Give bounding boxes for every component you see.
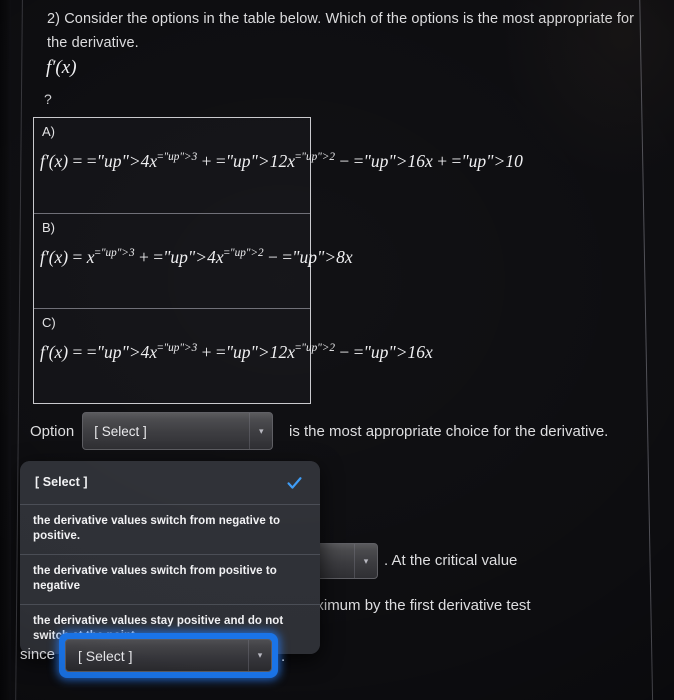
chevron-down-icon: ▾ bbox=[248, 640, 271, 671]
question-text-line-1: 2) Consider the options in the table bel… bbox=[47, 11, 635, 27]
question-mark: ? bbox=[44, 91, 52, 107]
option-equation: f′(x) = ="up">4x="up">3 + ="up">12x="up"… bbox=[40, 151, 523, 171]
quiz-content: 2) Consider the options in the table bel… bbox=[0, 0, 674, 700]
dropdown-options-panel[interactable]: [ Select ] the derivative values switch … bbox=[20, 461, 320, 654]
option-label: Option bbox=[30, 422, 75, 440]
option-letter: B) bbox=[42, 219, 55, 235]
since-label: since bbox=[20, 646, 56, 663]
dropdown-item-neg-to-pos[interactable]: the derivative values switch from negati… bbox=[20, 505, 320, 555]
dropdown-item-label: the derivative values switch from negati… bbox=[33, 515, 281, 542]
option-sentence: Option [ Select ] ▾ bbox=[30, 412, 274, 450]
since-select-focus-ring: [ Select ] ▾ bbox=[59, 633, 278, 678]
critical-value-tail: . At the critical value bbox=[384, 552, 518, 569]
since-period: . bbox=[281, 648, 286, 665]
option-equation: f′(x) = ="up">4x="up">3 + ="up">12x="up"… bbox=[40, 342, 433, 362]
table-row: B) f′(x) = x="up">3 + ="up">4x="up">2 − … bbox=[34, 214, 353, 309]
dropdown-item-select[interactable]: [ Select ] bbox=[20, 461, 320, 505]
option-sentence-tail: is the most appropriate choice for the d… bbox=[289, 423, 609, 440]
option-equation: f′(x) = x="up">3 + ="up">4x="up">2 − ="u… bbox=[40, 246, 353, 267]
monitor-bezel-left bbox=[0, 0, 11, 700]
since-select-value: [ Select ] bbox=[78, 647, 133, 664]
table-row: C) f′(x) = ="up">4x="up">3 + ="up">12x="… bbox=[34, 309, 433, 405]
option-select-value: [ Select ] bbox=[94, 423, 147, 439]
table-row: A) f′(x) = ="up">4x="up">3 + ="up">12x="… bbox=[34, 118, 523, 214]
chevron-down-icon: ▾ bbox=[249, 413, 272, 449]
screenshot-root: 2) Consider the options in the table bel… bbox=[0, 0, 674, 700]
chevron-down-icon: ▾ bbox=[354, 544, 377, 578]
dropdown-item-label: the derivative values switch from positi… bbox=[33, 565, 277, 592]
option-letter: C) bbox=[42, 315, 56, 330]
option-select-dropdown[interactable]: [ Select ] ▾ bbox=[82, 412, 274, 450]
derivative-notation-text: f′(x) bbox=[46, 57, 77, 78]
check-icon bbox=[287, 476, 302, 489]
derivative-notation: f′(x) bbox=[46, 57, 77, 79]
options-table: A) f′(x) = ="up">4x="up">3 + ="up">12x="… bbox=[33, 117, 523, 405]
dropdown-item-pos-to-neg[interactable]: the derivative values switch from positi… bbox=[20, 555, 320, 605]
option-letter: A) bbox=[42, 124, 55, 139]
question-text-line-2: the derivative. bbox=[47, 35, 139, 51]
since-select-dropdown[interactable]: [ Select ] ▾ bbox=[65, 639, 272, 672]
dropdown-item-label: [ Select ] bbox=[35, 475, 88, 489]
